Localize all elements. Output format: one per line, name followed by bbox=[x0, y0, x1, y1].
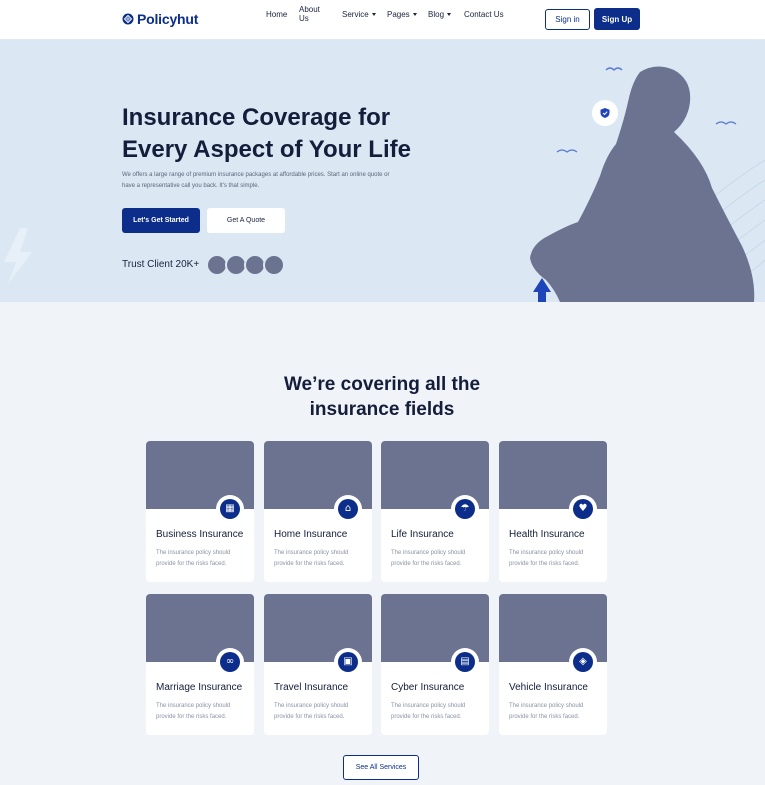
service-card-vehicle[interactable]: ◈ Vehicle Insurance The insurance policy… bbox=[499, 594, 607, 735]
see-all-services-button[interactable]: See All Services bbox=[343, 755, 419, 780]
service-card-health[interactable]: ♥ Health Insurance The insurance policy … bbox=[499, 441, 607, 582]
home-hand-icon: ⌂ bbox=[334, 495, 362, 523]
site-header: Policyhut Home About Us Service Pages Bl… bbox=[0, 0, 765, 40]
card-description: The insurance policy should provide for … bbox=[391, 703, 466, 720]
card-title: Marriage Insurance bbox=[156, 682, 243, 693]
logo-icon bbox=[122, 13, 134, 25]
client-avatars bbox=[206, 254, 285, 276]
card-description: The insurance policy should provide for … bbox=[391, 550, 466, 567]
service-card-travel[interactable]: ▣ Travel Insurance The insurance policy … bbox=[264, 594, 372, 735]
card-title: Life Insurance bbox=[391, 529, 454, 540]
hero-section: Insurance Coverage for Every Aspect of Y… bbox=[0, 40, 765, 302]
avatar bbox=[263, 254, 285, 276]
service-card-life[interactable]: ☂ Life Insurance The insurance policy sh… bbox=[381, 441, 489, 582]
trust-label: Trust Client 20K+ bbox=[122, 259, 200, 270]
lightning-icon bbox=[4, 228, 32, 284]
shield-icon bbox=[600, 108, 610, 118]
sign-in-button[interactable]: Sign in bbox=[545, 9, 590, 30]
building-icon: ▦ bbox=[216, 495, 244, 523]
nav-contact[interactable]: Contact Us bbox=[464, 10, 504, 19]
luggage-shield-icon: ▣ bbox=[334, 648, 362, 676]
browser-shield-icon: ▤ bbox=[451, 648, 479, 676]
sign-up-button[interactable]: Sign Up bbox=[594, 8, 640, 30]
card-description: The insurance policy should provide for … bbox=[156, 550, 231, 567]
service-card-cyber[interactable]: ▤ Cyber Insurance The insurance policy s… bbox=[381, 594, 489, 735]
service-card-business[interactable]: ▦ Business Insurance The insurance polic… bbox=[146, 441, 254, 582]
chevron-down-icon bbox=[447, 12, 452, 16]
hero-title: Insurance Coverage for Every Aspect of Y… bbox=[122, 104, 411, 163]
chevron-down-icon bbox=[371, 12, 376, 16]
card-title: Cyber Insurance bbox=[391, 682, 465, 693]
nav-pages[interactable]: Pages bbox=[387, 10, 417, 19]
card-title: Health Insurance bbox=[509, 529, 585, 540]
nav-about[interactable]: About Us bbox=[299, 5, 320, 23]
chevron-down-icon bbox=[412, 12, 417, 16]
nav-home[interactable]: Home bbox=[266, 10, 287, 19]
card-description: The insurance policy should provide for … bbox=[509, 703, 584, 720]
card-description: The insurance policy should provide for … bbox=[156, 703, 231, 720]
card-title: Home Insurance bbox=[274, 529, 348, 540]
shield-badge bbox=[592, 100, 618, 126]
car-shield-icon: ◈ bbox=[569, 648, 597, 676]
rings-icon: ∞ bbox=[216, 648, 244, 676]
services-title: We’re covering all the insurance fields bbox=[283, 374, 481, 420]
get-started-button[interactable]: Let's Get Started bbox=[122, 208, 200, 233]
heart-hand-icon: ♥ bbox=[569, 495, 597, 523]
card-description: The insurance policy should provide for … bbox=[274, 550, 349, 567]
nav-blog[interactable]: Blog bbox=[428, 10, 452, 19]
card-description: The insurance policy should provide for … bbox=[509, 550, 584, 567]
card-description: The insurance policy should provide for … bbox=[274, 703, 349, 720]
brand-logo[interactable]: Policyhut bbox=[122, 11, 198, 27]
umbrella-family-icon: ☂ bbox=[451, 495, 479, 523]
card-title: Business Insurance bbox=[156, 529, 244, 540]
get-quote-button[interactable]: Get A Quote bbox=[207, 208, 285, 233]
brand-name: Policyhut bbox=[137, 11, 199, 27]
service-card-marriage[interactable]: ∞ Marriage Insurance The insurance polic… bbox=[146, 594, 254, 735]
hero-description: We offers a large range of premium insur… bbox=[122, 172, 390, 189]
service-card-home[interactable]: ⌂ Home Insurance The insurance policy sh… bbox=[264, 441, 372, 582]
card-title: Travel Insurance bbox=[274, 682, 349, 693]
person-silhouette bbox=[530, 66, 755, 302]
card-title: Vehicle Insurance bbox=[509, 682, 588, 693]
nav-service[interactable]: Service bbox=[342, 10, 376, 19]
